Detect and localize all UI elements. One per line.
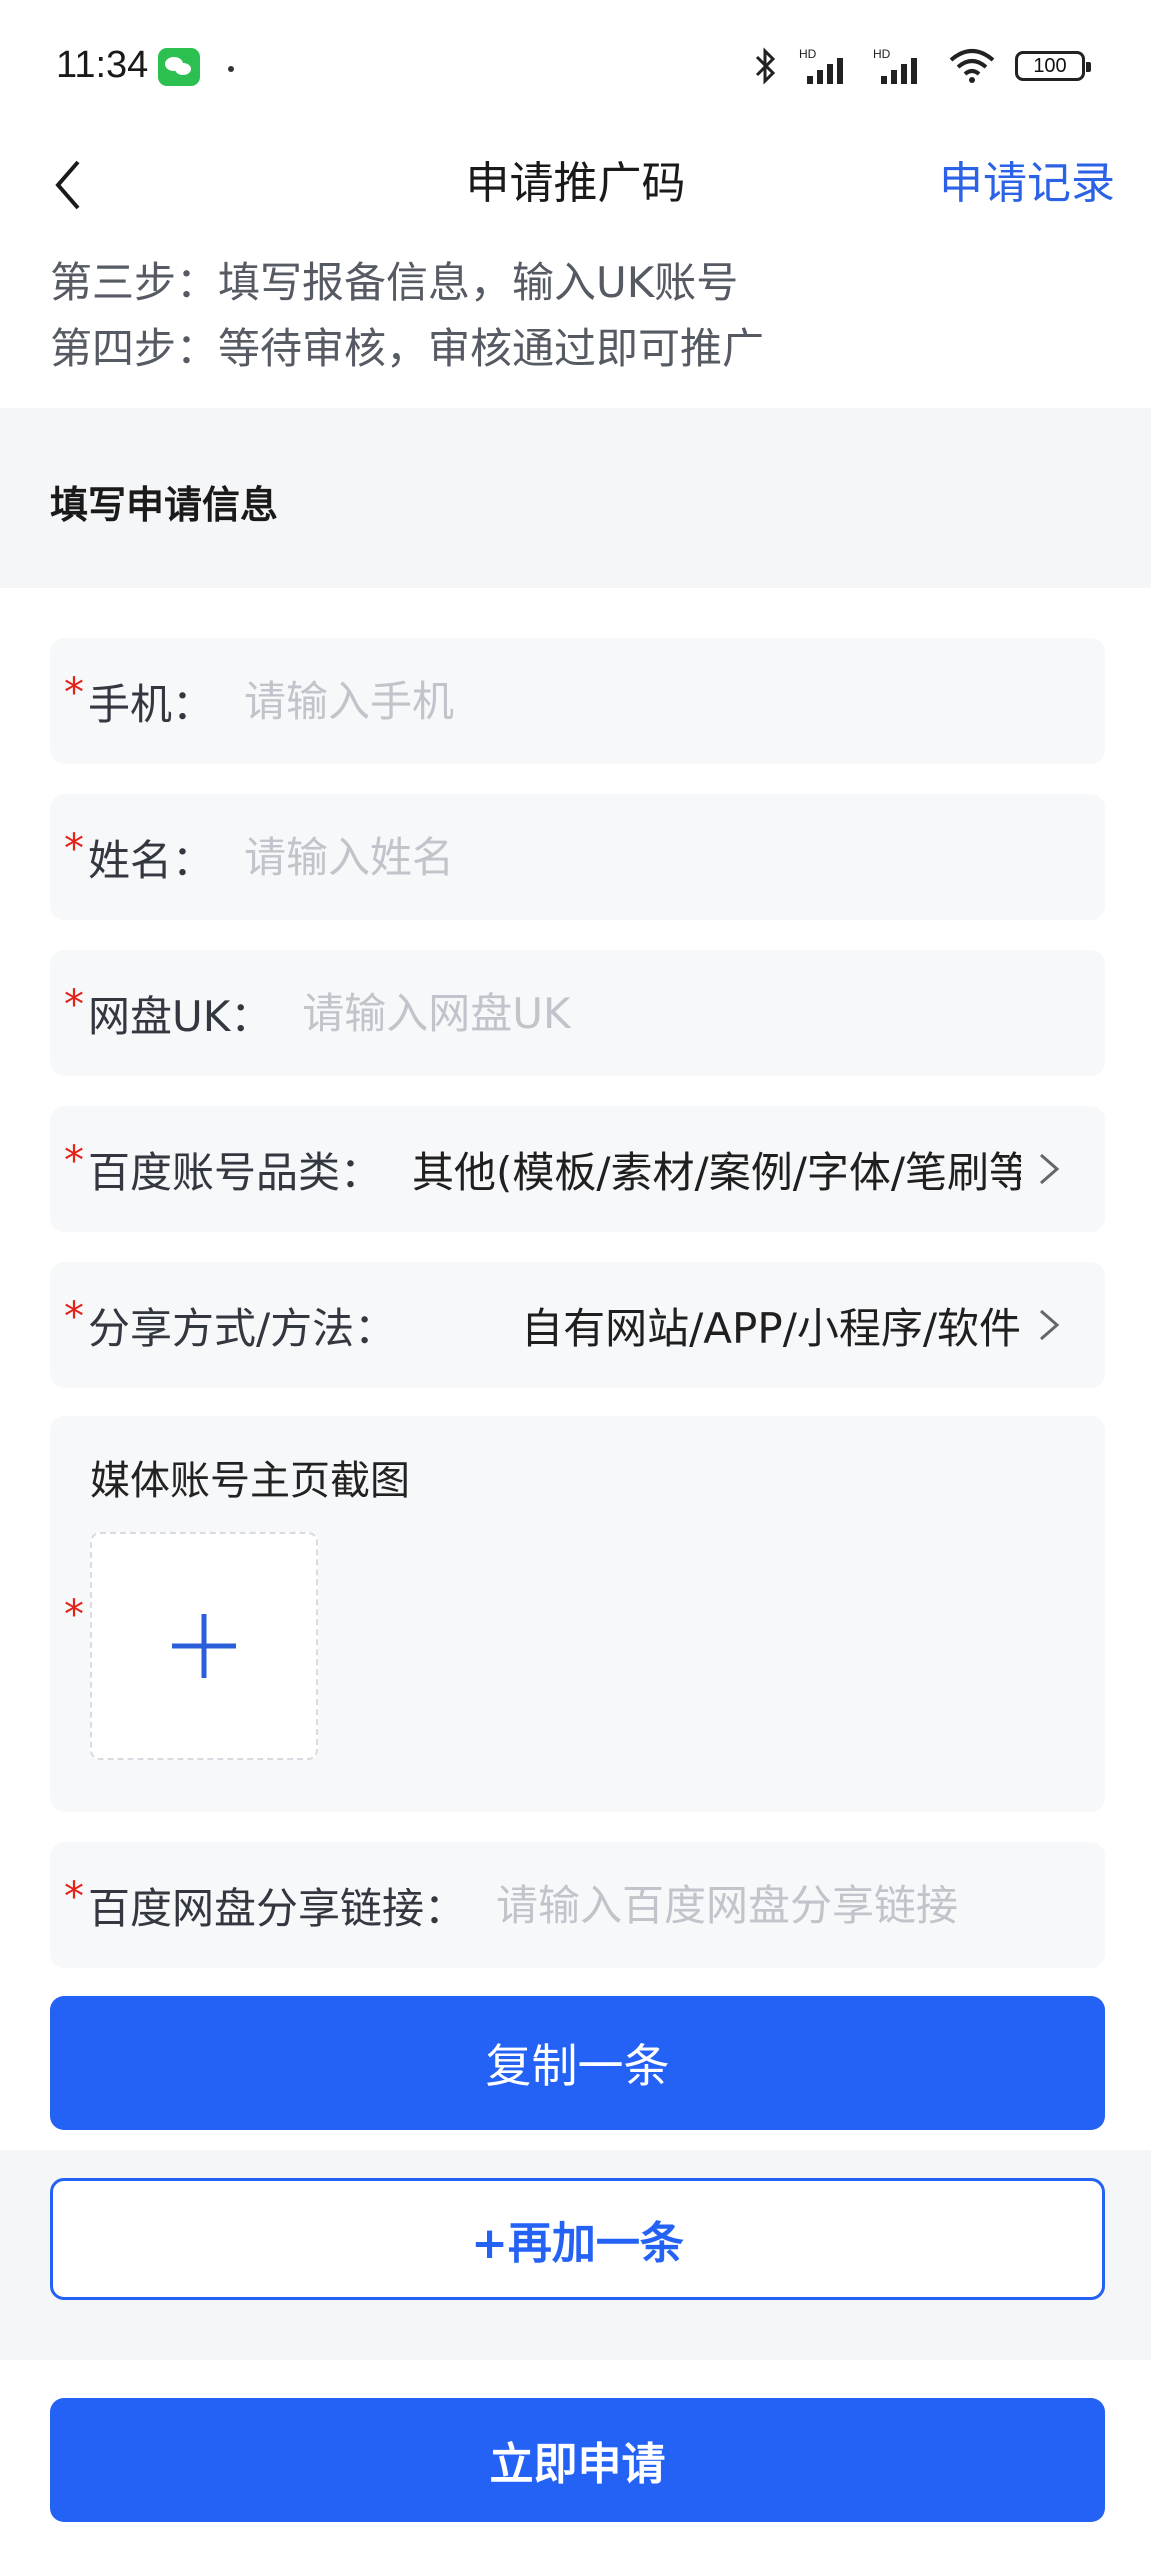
category-select[interactable]: * 百度账号品类： 其他(模板/素材/案例/字体/笔刷等 <box>50 1106 1105 1232</box>
upload-button[interactable] <box>90 1532 318 1760</box>
plus-icon <box>172 1614 236 1678</box>
steps-list: 第三步：填写报备信息，输入UK账号 第四步：等待审核，审核通过即可推广 <box>50 250 764 382</box>
share-link-input[interactable] <box>496 1880 1105 1930</box>
category-label: 百度账号品类： <box>88 1147 383 1197</box>
uk-row: * 网盘UK： <box>50 950 1105 1076</box>
phone-row: * 手机： <box>50 638 1105 764</box>
required-marker: * <box>64 1592 84 1638</box>
status-time: 11:34 <box>56 44 149 86</box>
required-marker: * <box>64 1138 84 1184</box>
signal-hd-1-icon: HD <box>799 47 843 84</box>
step-four: 第四步：等待审核，审核通过即可推广 <box>50 324 765 373</box>
chevron-right-icon <box>1040 1309 1060 1341</box>
required-marker: * <box>64 826 84 872</box>
section-header: 填写申请信息 <box>0 408 1151 588</box>
uk-input[interactable] <box>302 988 1105 1038</box>
wifi-icon <box>949 49 995 83</box>
required-marker: * <box>64 982 84 1028</box>
share-method-label: 分享方式/方法： <box>88 1303 397 1353</box>
phone-input[interactable] <box>244 676 1105 726</box>
step-three: 第三步：填写报备信息，输入UK账号 <box>50 258 739 307</box>
required-marker: * <box>64 670 84 716</box>
wechat-icon <box>158 48 200 86</box>
phone-label: 手机： <box>88 679 215 729</box>
name-input[interactable] <box>244 832 1105 882</box>
status-icons: HD HD 100 <box>751 46 1091 86</box>
name-row: * 姓名： <box>50 794 1105 920</box>
status-bar: 11:34 HD HD 100 <box>0 0 1151 140</box>
uk-label: 网盘UK： <box>88 991 273 1041</box>
signal-hd-2-icon: HD <box>873 47 917 84</box>
bluetooth-icon <box>755 47 776 85</box>
name-label: 姓名： <box>88 835 215 885</box>
share-method-value: 自有网站/APP/小程序/软件 <box>521 1303 1021 1353</box>
share-link-label: 百度网盘分享链接： <box>88 1883 467 1933</box>
notification-dot-icon <box>228 66 234 72</box>
screenshot-label: 媒体账号主页截图 <box>90 1458 410 1504</box>
add-entry-button[interactable]: +再加一条 <box>50 2178 1105 2300</box>
svg-text:HD: HD <box>799 47 817 61</box>
category-value: 其他(模板/素材/案例/字体/笔刷等 <box>412 1147 1021 1197</box>
svg-text:HD: HD <box>873 47 891 61</box>
apply-record-link[interactable]: 申请记录 <box>939 154 1115 214</box>
copy-entry-button[interactable]: 复制一条 <box>50 1996 1105 2130</box>
required-marker: * <box>64 1874 84 1920</box>
share-method-select[interactable]: * 分享方式/方法： 自有网站/APP/小程序/软件 <box>50 1262 1105 1388</box>
submit-button[interactable]: 立即申请 <box>50 2398 1105 2522</box>
screenshot-upload-card: 媒体账号主页截图 * <box>50 1416 1105 1812</box>
required-marker: * <box>64 1294 84 1340</box>
share-link-row: * 百度网盘分享链接： <box>50 1842 1105 1968</box>
section-title: 填写申请信息 <box>50 483 279 527</box>
chevron-right-icon <box>1040 1153 1060 1185</box>
battery-icon: 100 <box>1015 51 1091 81</box>
